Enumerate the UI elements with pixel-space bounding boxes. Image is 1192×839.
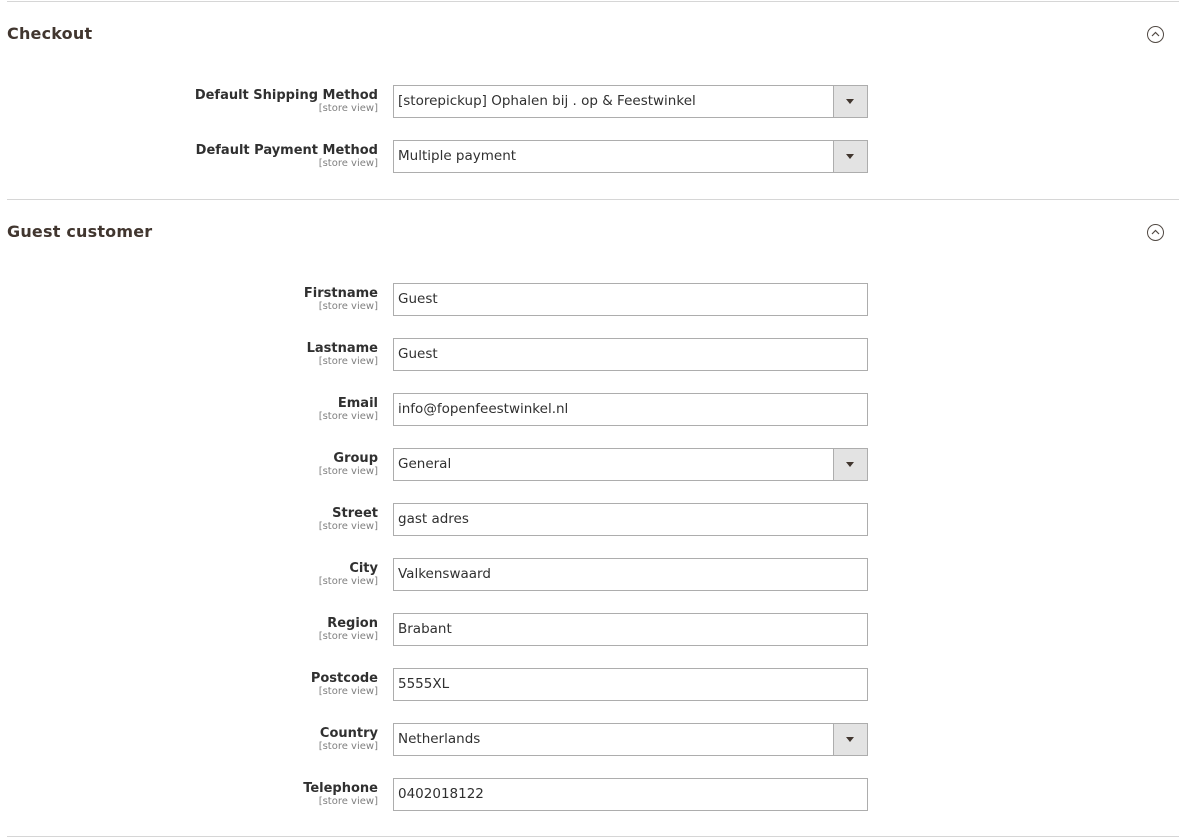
scope-label: [store view] xyxy=(318,741,378,752)
field-label-group: Lastname [store view] xyxy=(307,341,378,368)
scope-label: [store view] xyxy=(318,686,378,697)
field-label: Street xyxy=(332,506,378,521)
field-label-group: Default Payment Method [store view] xyxy=(196,143,378,170)
checkout-section-title[interactable]: Checkout xyxy=(7,24,92,43)
field-label-group: Region [store view] xyxy=(319,616,378,643)
scope-label: [store view] xyxy=(318,158,378,169)
field-label-group: Country [store view] xyxy=(319,726,378,753)
input-value: 0402018122 xyxy=(398,786,484,802)
scope-label: [store view] xyxy=(318,356,378,367)
input-value: Valkenswaard xyxy=(398,566,491,582)
telephone-input[interactable]: 0402018122 xyxy=(393,778,868,811)
field-label-group: City [store view] xyxy=(319,561,378,588)
field-label-group: Firstname [store view] xyxy=(304,286,378,313)
street-input[interactable]: gast adres xyxy=(393,503,868,536)
field-row-email: Email [store view] info@fopenfeestwinkel… xyxy=(0,393,1192,430)
scope-label: [store view] xyxy=(318,576,378,587)
select-value: Netherlands xyxy=(398,731,481,747)
city-input[interactable]: Valkenswaard xyxy=(393,558,868,591)
field-row-city: City [store view] Valkenswaard xyxy=(0,558,1192,595)
field-row-shipping-method: Default Shipping Method [store view] [st… xyxy=(0,85,1192,122)
field-row-firstname: Firstname [store view] Guest xyxy=(0,283,1192,320)
guest-customer-section-title[interactable]: Guest customer xyxy=(7,222,152,241)
email-input[interactable]: info@fopenfeestwinkel.nl xyxy=(393,393,868,426)
scope-label: [store view] xyxy=(318,301,378,312)
chevron-up-circle-icon[interactable] xyxy=(1147,26,1164,43)
scope-label: [store view] xyxy=(318,103,378,114)
field-label-group: Email [store view] xyxy=(319,396,378,423)
config-page: Checkout Default Shipping Method [store … xyxy=(0,0,1192,839)
scope-label: [store view] xyxy=(318,631,378,642)
dropdown-toggle[interactable] xyxy=(833,449,867,480)
country-select[interactable]: Netherlands xyxy=(393,723,868,756)
field-label: City xyxy=(349,561,378,576)
field-label: Email xyxy=(337,396,378,411)
region-input[interactable]: Brabant xyxy=(393,613,868,646)
default-payment-method-select[interactable]: Multiple payment xyxy=(393,140,868,173)
input-value: Guest xyxy=(398,291,438,307)
field-label: Postcode xyxy=(310,671,378,686)
default-shipping-method-select[interactable]: [storepickup] Ophalen bij . op & Feestwi… xyxy=(393,85,868,118)
section-divider xyxy=(7,199,1179,200)
section-divider xyxy=(7,1,1179,2)
scope-label: [store view] xyxy=(318,411,378,422)
field-label: Region xyxy=(327,616,378,631)
caret-down-icon xyxy=(846,154,854,159)
input-value: 5555XL xyxy=(398,676,450,692)
scope-label: [store view] xyxy=(318,521,378,532)
field-label: Group xyxy=(333,451,378,466)
caret-down-icon xyxy=(846,462,854,467)
select-value: Multiple payment xyxy=(398,148,517,164)
caret-down-icon xyxy=(846,99,854,104)
field-label: Default Payment Method xyxy=(195,143,378,158)
field-row-group: Group [store view] General xyxy=(0,448,1192,485)
field-row-telephone: Telephone [store view] 0402018122 xyxy=(0,778,1192,815)
input-value: info@fopenfeestwinkel.nl xyxy=(398,401,569,417)
field-label: Firstname xyxy=(303,286,378,301)
field-label-group: Telephone [store view] xyxy=(303,781,378,808)
field-label: Default Shipping Method xyxy=(194,88,378,103)
field-label: Telephone xyxy=(303,781,378,796)
section-divider xyxy=(7,836,1179,837)
field-row-street: Street [store view] gast adres xyxy=(0,503,1192,540)
select-value: [storepickup] Ophalen bij . op & Feestwi… xyxy=(398,93,696,109)
field-label-group: Street [store view] xyxy=(319,506,378,533)
input-value: Brabant xyxy=(398,621,452,637)
postcode-input[interactable]: 5555XL xyxy=(393,668,868,701)
field-label: Country xyxy=(319,726,378,741)
scope-label: [store view] xyxy=(318,466,378,477)
input-value: gast adres xyxy=(398,511,469,527)
field-row-country: Country [store view] Netherlands xyxy=(0,723,1192,760)
field-label: Lastname xyxy=(306,341,378,356)
field-label-group: Postcode [store view] xyxy=(311,671,378,698)
lastname-input[interactable]: Guest xyxy=(393,338,868,371)
customer-group-select[interactable]: General xyxy=(393,448,868,481)
chevron-up-circle-icon[interactable] xyxy=(1147,224,1164,241)
dropdown-toggle[interactable] xyxy=(833,141,867,172)
field-label-group: Default Shipping Method [store view] xyxy=(195,88,378,115)
caret-down-icon xyxy=(846,737,854,742)
dropdown-toggle[interactable] xyxy=(833,86,867,117)
scope-label: [store view] xyxy=(318,796,378,807)
input-value: Guest xyxy=(398,346,438,362)
field-row-lastname: Lastname [store view] Guest xyxy=(0,338,1192,375)
field-row-region: Region [store view] Brabant xyxy=(0,613,1192,650)
firstname-input[interactable]: Guest xyxy=(393,283,868,316)
dropdown-toggle[interactable] xyxy=(833,724,867,755)
field-row-postcode: Postcode [store view] 5555XL xyxy=(0,668,1192,705)
field-label-group: Group [store view] xyxy=(319,451,378,478)
select-value: General xyxy=(398,456,452,472)
field-row-payment-method: Default Payment Method [store view] Mult… xyxy=(0,140,1192,177)
